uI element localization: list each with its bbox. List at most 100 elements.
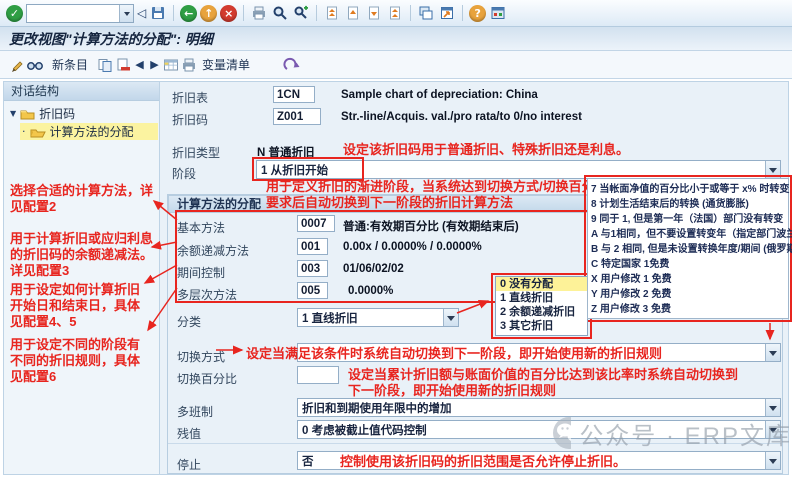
dropdown-arrow-icon[interactable]	[765, 344, 780, 361]
class-option[interactable]: 2 余额递减折旧	[496, 305, 587, 319]
changeover-percent-field[interactable]	[297, 366, 339, 384]
base-method-label: 基本方法	[177, 219, 225, 236]
base-method-desc: 普通:有效期百分比 (有效期结束后)	[343, 218, 519, 234]
note-changeover: 设定当满足该条件时系统自动切换到下一阶段，即开始使用新的折旧规则	[246, 346, 662, 362]
class-option[interactable]: 0 没有分配	[496, 277, 587, 291]
new-entries-button[interactable]: 新条目	[48, 56, 92, 73]
variable-list-button[interactable]: 变量清单	[198, 56, 254, 73]
new-session-icon[interactable]	[417, 4, 435, 22]
glasses-icon[interactable]	[26, 56, 44, 74]
chart-of-depreciation-desc: Sample chart of depreciation: China	[341, 89, 538, 101]
class-label: 分类	[177, 313, 201, 330]
exit-icon[interactable]: ↑	[200, 5, 217, 22]
page-title: 更改视图"计算方法的分配": 明细	[9, 29, 213, 49]
declining-balance-field[interactable]: 001	[297, 238, 328, 255]
changeover-option: 9 同于 1, 但是第一年（法国）部门没有转变	[591, 212, 785, 227]
undo-icon[interactable]	[282, 56, 300, 74]
copy-icon[interactable]	[96, 56, 114, 74]
class-option[interactable]: 1 直线折旧	[496, 291, 587, 305]
base-method-field[interactable]: 0007	[297, 215, 335, 232]
declining-balance-label: 余额递减方法	[177, 242, 249, 259]
next-entry-icon[interactable]: ▶	[147, 58, 162, 71]
first-page-icon[interactable]	[323, 4, 341, 22]
tree-item-depreciation-key[interactable]: ▼ 折旧码	[10, 105, 75, 122]
find-next-icon[interactable]	[292, 4, 310, 22]
chart-of-depreciation-field[interactable]: 1CN	[273, 86, 315, 103]
sap-window: ✓ ◁ ← ↑ ×	[0, 0, 792, 481]
dropdown-arrow-icon[interactable]	[765, 161, 780, 178]
changeover-options-list: 7 当帐面净值的百分比小于或等于 x% 时转变 8 计划生活结束后的转换 (通货…	[587, 178, 789, 319]
period-control-field[interactable]: 003	[297, 260, 328, 277]
dropdown-arrow-icon[interactable]	[443, 309, 458, 326]
print-list-icon[interactable]	[180, 56, 198, 74]
enter-left-icon[interactable]: ◁	[137, 6, 146, 20]
class-options-popup: 0 没有分配 1 直线折旧 2 余额递减折旧 3 其它折旧	[495, 276, 588, 336]
enter-icon[interactable]: ✓	[6, 5, 23, 22]
previous-page-icon[interactable]	[344, 4, 362, 22]
back-icon[interactable]: ←	[180, 5, 197, 22]
form-divider	[168, 443, 781, 444]
note-declining-balance: 用于计算折旧或应归利息的折旧码的余额递减法。详见配置3	[10, 231, 160, 279]
shutdown-label: 停止	[177, 456, 201, 473]
changeover-option: Z 用户修改 3 免费	[591, 302, 785, 317]
note-period-control: 用于设定如何计算折旧开始日和结束日，具体见配置4、5	[10, 282, 148, 330]
print-icon[interactable]	[250, 4, 268, 22]
title-bar: 更改视图"计算方法的分配": 明细	[0, 27, 792, 51]
dialog-structure-header: 对话结构	[4, 82, 159, 101]
folder-open-icon	[30, 126, 46, 138]
multiple-shift-label: 多班制	[177, 403, 213, 420]
phase-label: 阶段	[172, 165, 196, 182]
command-dropdown-icon[interactable]	[119, 5, 133, 22]
tree-item-calc-method-assignment[interactable]: · 计算方法的分配	[20, 123, 158, 140]
pencil-icon[interactable]	[8, 56, 26, 74]
next-page-icon[interactable]	[365, 4, 383, 22]
application-toolbar: 新条目 ◀ ▶ 变量清单	[0, 51, 792, 79]
declining-balance-desc: 0.00x / 0.0000% / 0.0000%	[343, 241, 482, 253]
multilevel-method-field[interactable]: 005	[297, 282, 328, 299]
note-changeover-percent: 设定当累计折旧额与账面价值的百分比达到该比率时系统自动切换到下一阶段，即开始使用…	[348, 367, 750, 399]
note-multilevel: 用于设定不同的阶段有不同的折旧规则，具体见配置6	[10, 337, 148, 385]
find-icon[interactable]	[271, 4, 289, 22]
delete-entry-icon[interactable]	[114, 56, 132, 74]
depreciation-key-label: 折旧码	[172, 111, 208, 128]
table-view-icon[interactable]	[162, 56, 180, 74]
multilevel-method-desc: 0.0000%	[348, 285, 393, 297]
changeover-option: A 与1相同，但不要设置转变年（指定部门波兰）	[591, 227, 785, 242]
changeover-option: B 与 2 相同, 但是未设置转换年度/期间 (俄罗斯)	[591, 242, 785, 257]
note-shutdown: 控制使用该折旧码的折旧范围是否允许停止折旧。	[340, 454, 626, 470]
phase-select[interactable]: 1 从折旧开始	[256, 160, 781, 179]
changeover-percent-label: 切换百分比	[177, 370, 237, 387]
changeover-option: X 用户修改 1 免费	[591, 272, 785, 287]
cancel-icon[interactable]: ×	[220, 5, 237, 22]
system-toolbar: ✓ ◁ ← ↑ ×	[0, 0, 792, 27]
previous-entry-icon[interactable]: ◀	[132, 58, 147, 71]
multiple-shift-select[interactable]: 折旧和到期使用年限中的增加	[297, 398, 781, 417]
class-select[interactable]: 1 直线折旧	[297, 308, 459, 327]
folder-icon	[20, 108, 35, 120]
class-option[interactable]: 3 其它折旧	[496, 319, 587, 333]
period-control-desc: 01/06/02/02	[343, 263, 404, 275]
dropdown-arrow-icon[interactable]	[765, 421, 780, 438]
command-field	[26, 4, 134, 23]
customize-icon[interactable]	[489, 4, 507, 22]
command-input[interactable]	[27, 5, 119, 22]
period-control-label: 期间控制	[177, 264, 225, 281]
note-base-method: 选择合适的计算方法，详见配置2	[10, 183, 160, 215]
changeover-method-label: 切换方式	[177, 348, 225, 365]
note-depreciation-type: 设定该折旧码用于普通折旧、特殊折旧还是利息。	[343, 142, 629, 158]
changeover-option: 7 当帐面净值的百分比小于或等于 x% 时转变	[591, 182, 785, 197]
last-page-icon[interactable]	[386, 4, 404, 22]
shortcut-icon[interactable]	[438, 4, 456, 22]
changeover-option: 8 计划生活结束后的转换 (通货膨胀)	[591, 197, 785, 212]
tree-expander-icon[interactable]: ▼	[10, 109, 16, 118]
depreciation-key-field[interactable]: Z001	[273, 108, 321, 125]
save-icon[interactable]	[149, 4, 167, 22]
depreciation-type-value: N 普通折旧	[257, 144, 315, 160]
multilevel-method-label: 多层次方法	[177, 286, 237, 303]
dropdown-arrow-icon[interactable]	[765, 452, 780, 469]
scrap-value-select[interactable]: 0 考虑被截止值代码控制	[297, 420, 781, 439]
changeover-option: Y 用户修改 2 免费	[591, 287, 785, 302]
help-icon[interactable]: ?	[469, 5, 486, 22]
scrap-value-label: 残值	[177, 425, 201, 442]
dropdown-arrow-icon[interactable]	[765, 399, 780, 416]
